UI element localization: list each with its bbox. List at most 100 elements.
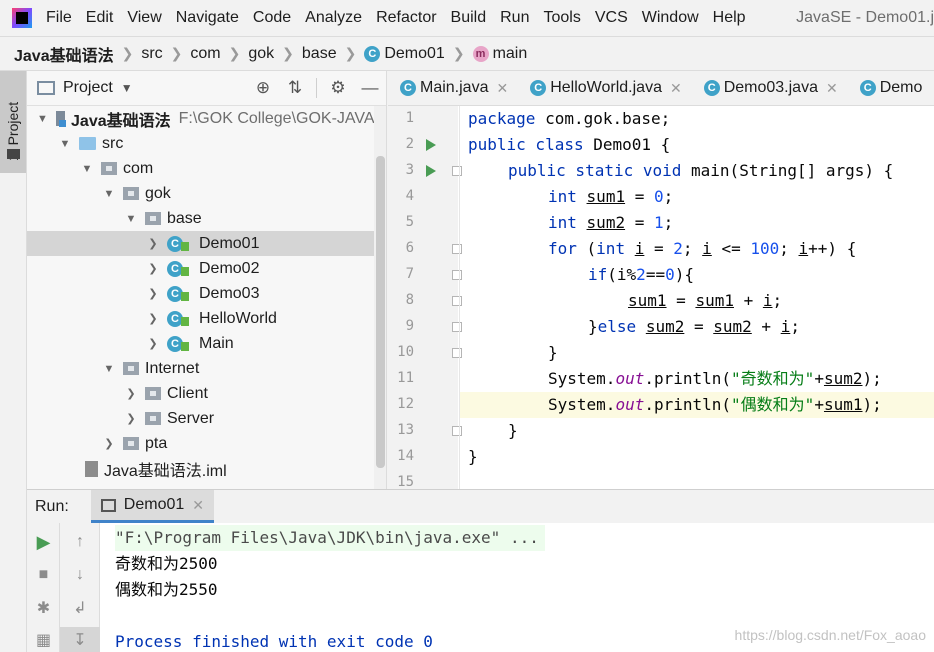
console-command-line[interactable]: "F:\Program Files\Java\JDK\bin\java.exe"… — [115, 525, 545, 551]
chevron-right-icon[interactable]: ❯ — [103, 437, 115, 450]
package-icon — [123, 362, 139, 375]
tree-item-pta[interactable]: ❯ pta — [27, 431, 386, 456]
chevron-right-icon[interactable]: ❯ — [125, 412, 137, 425]
chevron-down-icon[interactable]: ▼ — [37, 113, 48, 125]
menu-navigate[interactable]: Navigate — [176, 9, 239, 27]
soft-wrap-icon[interactable]: ↲ — [60, 595, 100, 621]
menu-vcs[interactable]: VCS — [595, 9, 628, 27]
code-token: i — [798, 239, 809, 258]
menu-run[interactable]: Run — [500, 9, 529, 27]
tree-item-com[interactable]: ▼ com — [27, 156, 386, 181]
up-arrow-icon[interactable]: ↑ — [60, 529, 100, 555]
menu-view[interactable]: View — [127, 9, 161, 27]
code-token: 2 — [636, 265, 646, 284]
menu-code[interactable]: Code — [253, 9, 291, 27]
class-icon: C — [859, 80, 876, 96]
breadcrumb-com[interactable]: com — [190, 45, 220, 63]
project-tool-tab[interactable]: 1: Project — [0, 71, 26, 173]
tree-item-iml[interactable]: Java基础语法.iml — [27, 456, 386, 481]
chevron-right-icon[interactable]: ❯ — [147, 312, 159, 325]
menu-refactor[interactable]: Refactor — [376, 9, 436, 27]
code-token: public static void — [508, 161, 682, 180]
tree-item-class[interactable]: ❯ C Demo01 — [27, 231, 386, 256]
close-icon[interactable]: ✕ — [670, 80, 682, 97]
layout-icon[interactable]: ▦ — [27, 627, 60, 652]
editor-gutter[interactable]: 1 2 3 4 5 6 7 8 9 10 11 12 13 14 15 — [388, 106, 462, 489]
chevron-down-icon[interactable]: ▼ — [59, 138, 71, 150]
breadcrumb-gok[interactable]: gok — [248, 45, 274, 63]
breadcrumb-main[interactable]: m main — [472, 44, 528, 63]
code-token: ; — [779, 239, 799, 258]
chevron-right-icon[interactable]: ❯ — [147, 262, 159, 275]
menu-edit[interactable]: Edit — [86, 9, 114, 27]
breadcrumb-src[interactable]: src — [141, 45, 162, 63]
collapse-icon[interactable]: ⇅ — [283, 76, 307, 100]
project-scrollbar-thumb[interactable] — [376, 156, 385, 468]
code-line: sum1 = sum1 + i; — [460, 288, 934, 314]
chevron-down-icon[interactable]: ▼ — [125, 213, 137, 225]
chevron-down-icon[interactable]: ▼ — [121, 81, 133, 95]
tab-demo[interactable]: C Demo — [848, 71, 933, 106]
breadcrumb-base[interactable]: base — [302, 45, 337, 63]
tree-item-client[interactable]: ❯ Client — [27, 381, 386, 406]
project-view-selector[interactable]: Project — [63, 79, 113, 97]
tree-item-gok[interactable]: ▼ gok — [27, 181, 386, 206]
tree-item-class[interactable]: ❯ C Demo03 — [27, 281, 386, 306]
close-icon[interactable]: ✕ — [826, 80, 838, 97]
chevron-right-icon[interactable]: ❯ — [147, 287, 159, 300]
code-token: = — [666, 291, 696, 310]
stop-icon[interactable]: ■ — [27, 562, 60, 588]
chevron-down-icon[interactable]: ▼ — [81, 163, 93, 175]
tab-helloworld-java[interactable]: C HelloWorld.java ✕ — [518, 71, 691, 106]
run-icon[interactable]: ▶ — [27, 529, 60, 555]
console-line: 奇数和为2500 — [115, 554, 218, 573]
tab-run-demo01[interactable]: Demo01 ✕ — [90, 490, 215, 523]
tree-item-class[interactable]: ❯ C Demo02 — [27, 256, 386, 281]
tree-item-internet[interactable]: ▼ Internet — [27, 356, 386, 381]
minimize-icon[interactable]: — — [358, 76, 382, 100]
tree-item-src[interactable]: ▼ src — [27, 131, 386, 156]
line-number: 2 — [405, 136, 414, 152]
tree-item-class[interactable]: ❯ C HelloWorld — [27, 306, 386, 331]
tree-item-root[interactable]: ▼ Java基础语法 F:\GOK College\GOK-JAVA\J — [27, 106, 386, 131]
breadcrumb-main-label: main — [492, 44, 528, 62]
run-gutter-icon[interactable] — [426, 139, 436, 151]
tree-item-class[interactable]: ❯ C Main — [27, 331, 386, 356]
code-token: = — [625, 187, 654, 206]
chevron-down-icon[interactable]: ▼ — [103, 188, 115, 200]
tab-main-java[interactable]: C Main.java ✕ — [388, 71, 518, 106]
console-output[interactable]: "F:\Program Files\Java\JDK\bin\java.exe"… — [100, 523, 934, 652]
code-token: } — [548, 343, 558, 362]
code-token: .println( — [644, 369, 732, 388]
run-gutter-icon[interactable] — [426, 165, 436, 177]
gear-icon[interactable]: ⚙ — [326, 76, 350, 100]
chevron-right-icon[interactable]: ❯ — [147, 237, 159, 250]
scroll-to-end-icon[interactable]: ↧ — [60, 627, 100, 652]
menu-window[interactable]: Window — [642, 9, 699, 27]
tree-item-server[interactable]: ❯ Server — [27, 406, 386, 431]
menu-tools[interactable]: Tools — [543, 9, 580, 27]
menu-help[interactable]: Help — [713, 9, 746, 27]
breadcrumb-project[interactable]: Java基础语法 — [14, 42, 114, 66]
breadcrumb-demo01[interactable]: C Demo01 — [364, 45, 445, 63]
down-arrow-icon[interactable]: ↓ — [60, 562, 100, 588]
code-line: }else sum2 = sum2 + i; — [460, 314, 934, 340]
code-area[interactable]: package com.gok.base; public class Demo0… — [459, 106, 934, 489]
chevron-right-icon[interactable]: ❯ — [147, 337, 159, 350]
toolbar-divider — [316, 78, 317, 98]
menu-file[interactable]: File — [46, 9, 72, 27]
tab-demo03-java[interactable]: C Demo03.java ✕ — [692, 71, 848, 106]
menu-analyze[interactable]: Analyze — [305, 9, 362, 27]
locate-icon[interactable]: ⊕ — [251, 76, 275, 100]
code-token: main(String[] args) { — [681, 161, 894, 180]
close-icon[interactable]: ✕ — [192, 497, 204, 514]
project-scrollbar[interactable] — [374, 106, 386, 489]
code-line: if(i%2==0){ — [460, 262, 934, 288]
tree-item-base[interactable]: ▼ base — [27, 206, 386, 231]
menu-build[interactable]: Build — [451, 9, 487, 27]
debug-icon[interactable]: ✱ — [27, 595, 60, 621]
chevron-down-icon[interactable]: ▼ — [103, 363, 115, 375]
close-icon[interactable]: ✕ — [496, 80, 508, 97]
code-token: sum2 — [645, 317, 685, 336]
chevron-right-icon[interactable]: ❯ — [125, 387, 137, 400]
